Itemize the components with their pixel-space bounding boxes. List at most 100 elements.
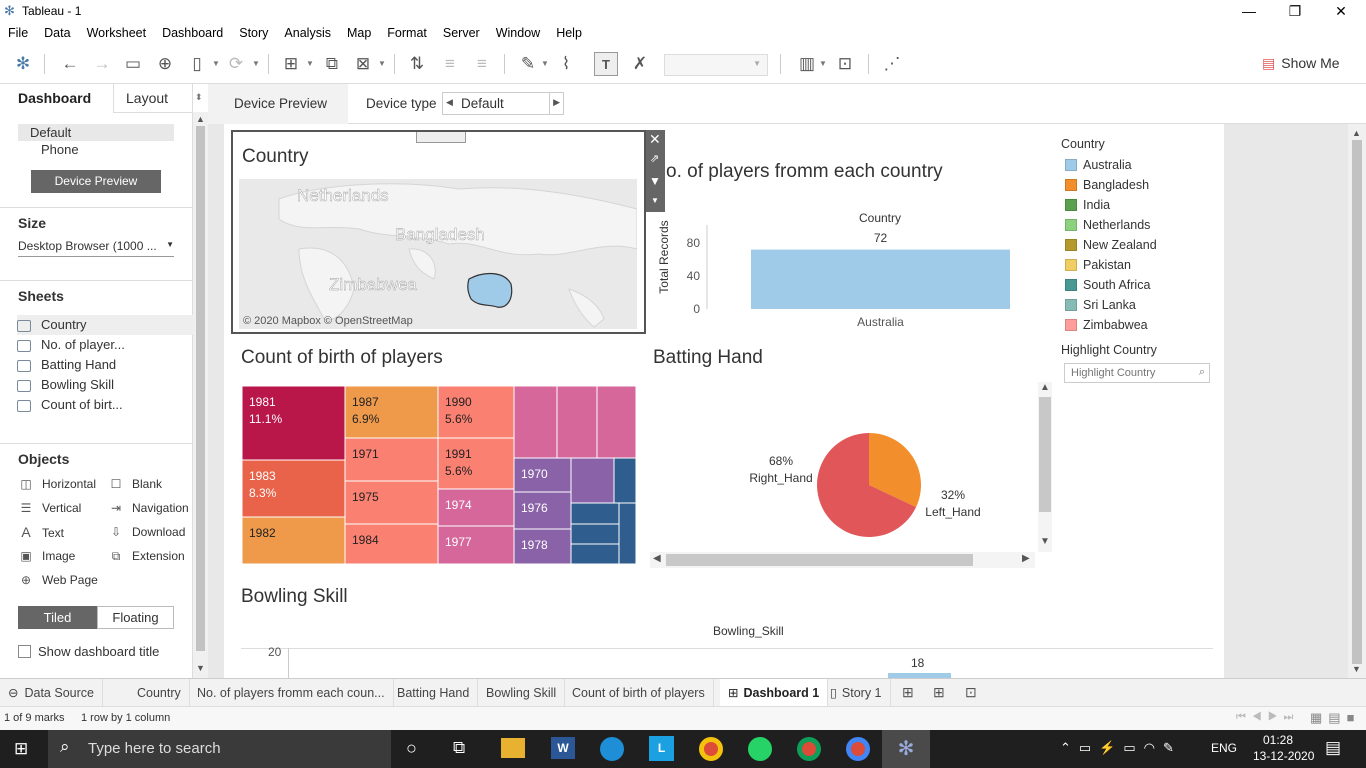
menu-worksheet[interactable]: Worksheet: [79, 24, 155, 40]
chrome-icon[interactable]: [699, 737, 723, 761]
device-preview-button[interactable]: Device Preview: [31, 170, 161, 193]
tiled-button[interactable]: Tiled: [18, 606, 97, 629]
tab-batting-hand[interactable]: Batting Hand: [389, 679, 479, 707]
country-map[interactable]: Netherlands Bangladesh Zimbabwea: [239, 179, 637, 329]
whatsapp-icon[interactable]: [748, 737, 772, 761]
show-labels-icon[interactable]: T: [594, 52, 618, 76]
swap-rows-columns-icon[interactable]: ⇅: [405, 52, 429, 76]
more-options-icon[interactable]: ▼: [651, 196, 659, 205]
legend-item-sri-lanka[interactable]: Sri Lanka: [1065, 297, 1136, 317]
menu-map[interactable]: Map: [339, 24, 379, 40]
show-dashboard-title-checkbox[interactable]: Show dashboard title: [18, 644, 159, 659]
menu-analysis[interactable]: Analysis: [276, 24, 339, 40]
highlight-icon[interactable]: ✎: [516, 52, 540, 76]
show-me-button[interactable]: ▤ Show Me: [1262, 55, 1340, 72]
legend-item-bangladesh[interactable]: Bangladesh: [1065, 177, 1149, 197]
object-vertical[interactable]: ☰ Vertical: [18, 500, 82, 516]
legend-item-india[interactable]: India: [1065, 197, 1110, 217]
clock-time[interactable]: 01:28: [1263, 733, 1293, 747]
sheet-no-of-players[interactable]: No. of player...: [17, 335, 193, 355]
menu-file[interactable]: File: [0, 24, 36, 40]
tableau-taskbar-icon[interactable]: ✻: [882, 730, 930, 768]
treemap-cell-unlabeled[interactable]: [570, 457, 615, 504]
object-text[interactable]: A Text: [18, 524, 64, 541]
save-icon[interactable]: ▭: [121, 52, 145, 76]
legend-item-zimbabwea[interactable]: Zimbabwea: [1065, 317, 1148, 337]
cortana-icon[interactable]: ○: [406, 738, 417, 759]
app-l-icon[interactable]: L: [649, 736, 674, 761]
device-type-selector[interactable]: ◀ Default ▶: [442, 92, 564, 115]
menu-data[interactable]: Data: [36, 24, 78, 40]
tab-data-source[interactable]: ⊖ Data Source: [0, 679, 103, 707]
sort-ascending-icon[interactable]: ≡: [438, 52, 462, 76]
treemap-cell-1982[interactable]: [242, 516, 346, 564]
treemap-cell-unlabeled[interactable]: [618, 502, 636, 564]
new-dashboard-tab-icon[interactable]: ⊞: [933, 684, 945, 701]
canvas-scrollbar[interactable]: ▲ ▼: [1348, 124, 1366, 678]
sheet-bowling-skill[interactable]: Bowling Skill: [17, 375, 193, 395]
share-icon[interactable]: ⋰: [880, 52, 904, 76]
task-view-icon[interactable]: ⧉: [453, 738, 465, 758]
legend-item-new-zealand[interactable]: New Zealand: [1065, 237, 1157, 257]
legend-item-pakistan[interactable]: Pakistan: [1065, 257, 1131, 277]
minimize-button[interactable]: —: [1226, 0, 1272, 24]
tab-layout[interactable]: Layout: [126, 84, 168, 112]
tab-country[interactable]: Country: [129, 679, 190, 707]
clock-date[interactable]: 13-12-2020: [1253, 749, 1314, 763]
legend-item-australia[interactable]: Australia: [1065, 157, 1132, 177]
view-mode-icons[interactable]: ▦▤■: [1310, 710, 1360, 726]
goto-sheet-icon[interactable]: ⇗: [650, 152, 659, 165]
show-cards-icon[interactable]: ▥: [795, 52, 819, 76]
new-worksheet-tab-icon[interactable]: ⊞: [902, 684, 914, 701]
redo-icon[interactable]: →: [90, 52, 114, 76]
batting-pie-chart[interactable]: 68% Right_Hand 32% Left_Hand: [650, 380, 1038, 552]
tableau-home-icon[interactable]: ✻: [11, 52, 35, 76]
taskbar-search[interactable]: ⌕ Type here to search: [48, 730, 391, 768]
object-web-page[interactable]: ⊕ Web Page: [18, 572, 98, 588]
treemap-cell-unlabeled[interactable]: [556, 386, 598, 459]
tab-no-of-players[interactable]: No. of players fromm each coun...: [189, 679, 394, 707]
duplicate-sheet-icon[interactable]: ⧉: [320, 52, 344, 76]
bar-chart[interactable]: Country Total Records 80 40 0 72 Australia: [650, 205, 1050, 335]
treemap-cell-unlabeled[interactable]: [613, 457, 636, 504]
word-icon[interactable]: W: [551, 737, 575, 759]
treemap-cell-unlabeled[interactable]: [570, 502, 620, 525]
object-blank[interactable]: ☐ Blank: [108, 476, 162, 492]
close-window-button[interactable]: ✕: [1318, 0, 1364, 24]
device-phone[interactable]: Phone: [41, 142, 79, 157]
device-preview-label[interactable]: Device Preview: [234, 96, 327, 111]
language-indicator[interactable]: ENG: [1211, 741, 1237, 755]
size-dropdown[interactable]: Desktop Browser (1000 ... ▼: [18, 239, 174, 257]
menu-server[interactable]: Server: [435, 24, 488, 40]
menu-dashboard[interactable]: Dashboard: [154, 24, 231, 40]
pause-updates-icon[interactable]: ▯: [185, 52, 209, 76]
undo-icon[interactable]: ←: [58, 52, 82, 76]
sheet-batting-hand[interactable]: Batting Hand: [17, 355, 193, 375]
birth-treemap[interactable]: 1981 11.1% 1983 8.3% 1982 1987 6.9% 1971 1975 198…: [242, 386, 636, 564]
country-map-zone[interactable]: Country Netherlands Bangladesh Zimbabwea…: [231, 130, 646, 334]
treemap-cell-unlabeled[interactable]: [570, 543, 620, 564]
sheet-count-of-birth[interactable]: Count of birt...: [17, 395, 193, 415]
windows-start-icon[interactable]: ⊞: [14, 739, 28, 759]
fit-dropdown[interactable]: ▼: [664, 54, 768, 76]
new-data-source-icon[interactable]: ⊕: [153, 52, 177, 76]
object-image[interactable]: ▣ Image: [18, 548, 75, 564]
treemap-cell-unlabeled[interactable]: [570, 523, 620, 545]
tab-story-1[interactable]: ▯ Story 1: [822, 679, 891, 707]
device-default[interactable]: Default: [18, 124, 174, 141]
legend-item-netherlands[interactable]: Netherlands: [1065, 217, 1150, 237]
menu-help[interactable]: Help: [548, 24, 590, 40]
fix-axes-icon[interactable]: ✗: [628, 52, 652, 76]
file-explorer-icon[interactable]: [501, 738, 525, 758]
object-horizontal[interactable]: ◫ Horizontal: [18, 476, 96, 492]
highlight-country-input[interactable]: ⌕: [1064, 363, 1210, 383]
clear-sheet-icon[interactable]: ⊠: [351, 52, 375, 76]
menu-format[interactable]: Format: [379, 24, 435, 40]
notifications-icon[interactable]: ▤: [1325, 738, 1341, 758]
edge-icon[interactable]: [600, 737, 624, 761]
menu-window[interactable]: Window: [488, 24, 548, 40]
treemap-cell-unlabeled[interactable]: [596, 386, 636, 459]
object-navigation[interactable]: ⇥ Navigation: [108, 500, 189, 516]
group-members-icon[interactable]: ⌇: [554, 52, 578, 76]
new-worksheet-icon[interactable]: ⊞: [279, 52, 303, 76]
